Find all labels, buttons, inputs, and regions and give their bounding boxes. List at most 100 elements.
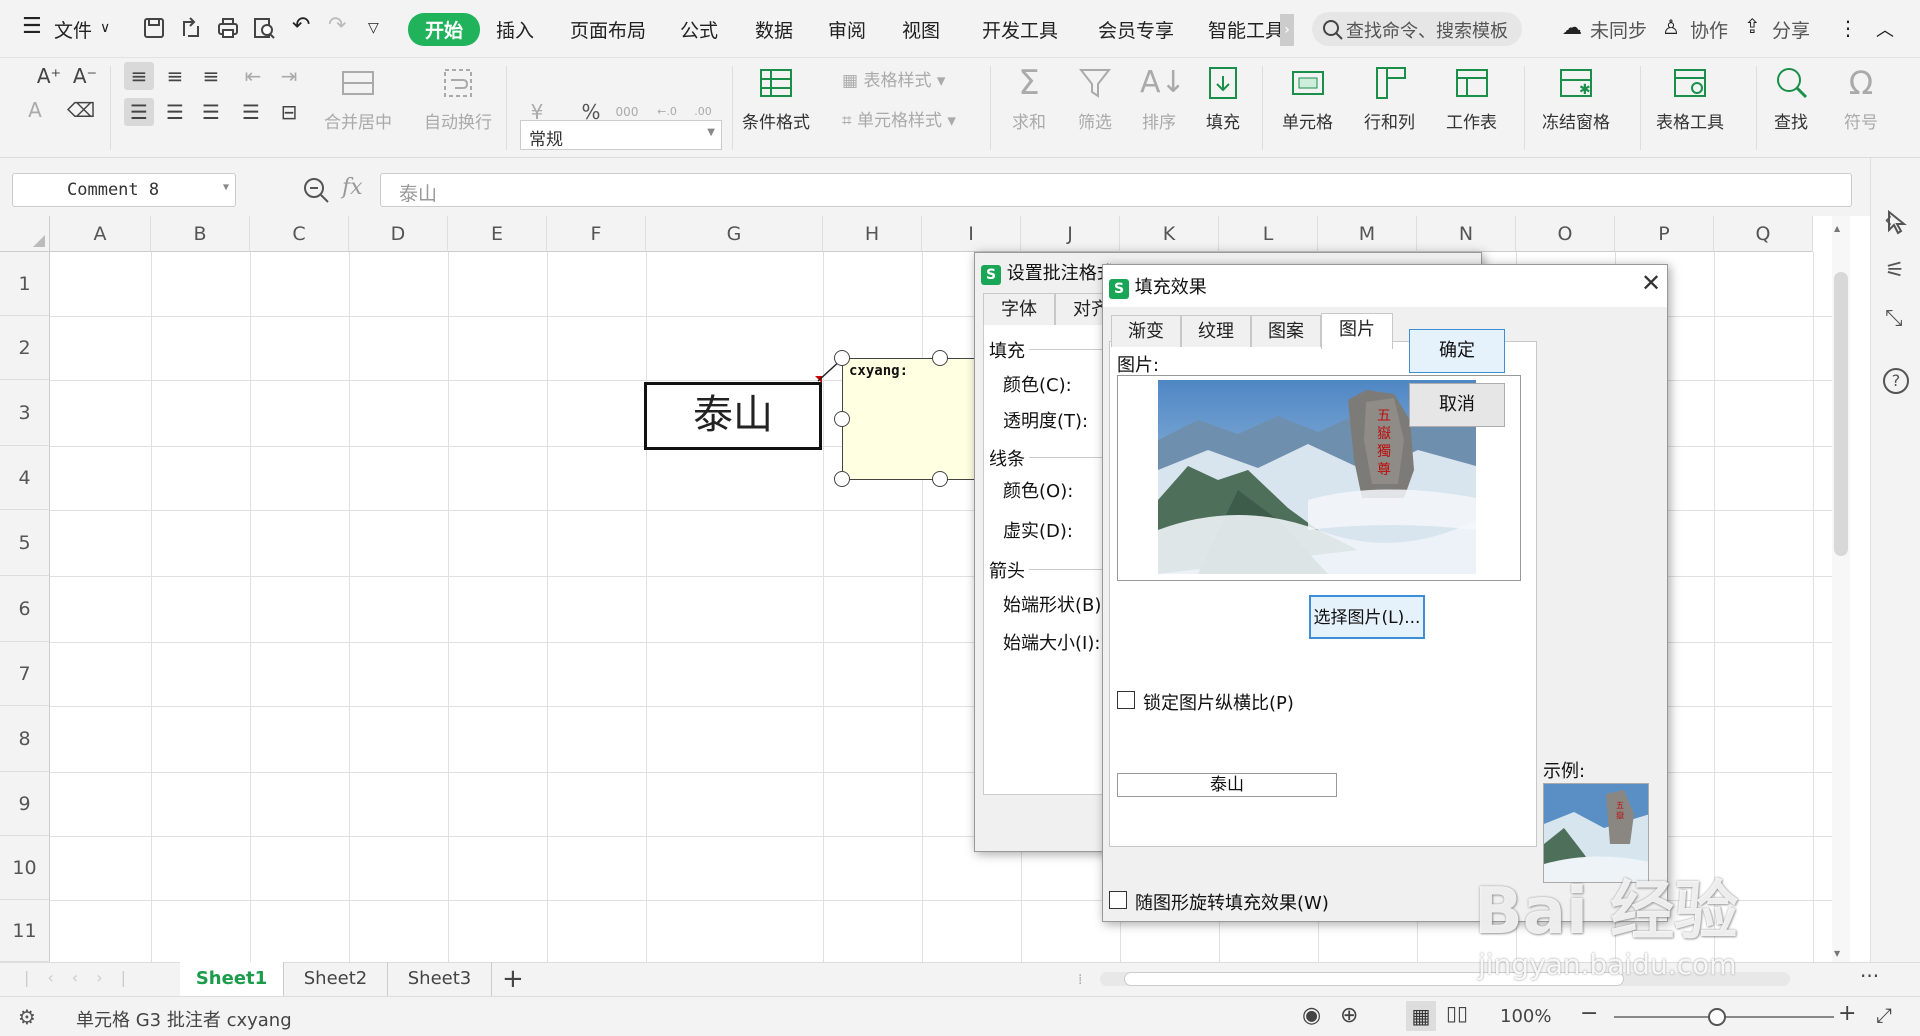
macro-icon[interactable]: ⚙ <box>18 1005 36 1029</box>
column-header-e[interactable]: E <box>448 216 547 252</box>
row-header-5[interactable]: 5 <box>0 510 50 576</box>
resize-handle[interactable] <box>932 471 948 487</box>
share-button[interactable]: 分享 <box>1772 16 1810 43</box>
zoom-level[interactable]: 100% <box>1500 1006 1551 1027</box>
decrease-indent-icon[interactable]: ⇤ <box>238 62 268 90</box>
cell-g3[interactable]: 泰山 <box>644 382 822 450</box>
tab-page-layout[interactable]: 页面布局 <box>570 16 646 43</box>
tabs-scroll-right-icon[interactable]: › <box>1280 14 1294 46</box>
transform-icon[interactable]: ⤡ <box>1885 306 1903 331</box>
tab-developer[interactable]: 开发工具 <box>982 16 1058 43</box>
auto-wrap-button[interactable]: 自动换行 <box>424 64 492 133</box>
percent-format-icon[interactable]: % <box>576 98 606 126</box>
row-header-7[interactable]: 7 <box>0 642 50 706</box>
tab-smart-tools[interactable]: 智能工具 <box>1208 16 1280 43</box>
cell-button[interactable]: 单元格 <box>1282 64 1333 133</box>
scroll-up-icon[interactable]: ▲ <box>1834 224 1840 233</box>
column-header-i[interactable]: I <box>922 216 1021 252</box>
sheet-tab-3[interactable]: Sheet3 <box>388 962 492 996</box>
hamburger-icon[interactable]: ☰ <box>22 14 42 39</box>
cell-style-button[interactable]: ⌗ 单元格样式 ▾ <box>842 106 956 131</box>
select-picture-button[interactable]: 选择图片(L)... <box>1309 595 1425 639</box>
row-header-8[interactable]: 8 <box>0 706 50 772</box>
sheet-tab-2[interactable]: Sheet2 <box>284 962 388 996</box>
export-icon[interactable] <box>180 16 204 40</box>
name-box-dropdown-icon[interactable]: ▼ <box>223 182 229 193</box>
select-all-corner[interactable] <box>0 216 50 252</box>
cloud-sync-icon[interactable]: ☁ <box>1562 15 1582 39</box>
collapse-ribbon-icon[interactable]: ︿ <box>1876 16 1894 42</box>
column-header-o[interactable]: O <box>1516 216 1615 252</box>
column-header-m[interactable]: M <box>1318 216 1417 252</box>
formula-input[interactable]: 泰山 <box>380 173 1852 207</box>
thousands-separator-icon[interactable]: 000 <box>612 98 642 126</box>
quick-access-dropdown-icon[interactable]: ▽ <box>368 20 379 36</box>
tab-insert[interactable]: 插入 <box>496 16 534 43</box>
row-header-11[interactable]: 11 <box>0 900 50 962</box>
tab-formulas[interactable]: 公式 <box>680 16 718 43</box>
tab-texture[interactable]: 纹理 <box>1181 315 1251 347</box>
justify-icon[interactable]: ☰ <box>236 98 266 126</box>
column-header-f[interactable]: F <box>547 216 646 252</box>
collab-button[interactable]: 协作 <box>1690 16 1728 43</box>
column-header-d[interactable]: D <box>349 216 448 252</box>
table-style-button[interactable]: ▦ 表格样式 ▾ <box>842 66 945 91</box>
print-icon[interactable] <box>216 16 240 40</box>
row-header-10[interactable]: 10 <box>0 836 50 900</box>
close-icon[interactable]: ✕ <box>1641 269 1661 297</box>
align-top-icon[interactable]: ≡ <box>124 62 154 90</box>
comment-box[interactable]: cxyang: <box>842 358 982 480</box>
fx-icon[interactable]: fx <box>342 175 363 200</box>
tab-pattern[interactable]: 图案 <box>1251 315 1321 347</box>
row-header-1[interactable]: 1 <box>0 252 50 316</box>
more-options-icon[interactable]: ⋮ <box>1838 16 1858 40</box>
table-tools-button[interactable]: 表格工具 <box>1656 64 1724 133</box>
eye-protection-icon[interactable]: ◉ <box>1302 1003 1321 1028</box>
properties-icon[interactable]: ⚟ <box>1885 258 1905 283</box>
page-break-view-icon[interactable]: ▯▯ <box>1446 1001 1468 1025</box>
distributed-align-icon[interactable]: ⊟ <box>274 98 304 126</box>
collab-user-icon[interactable]: ♙ <box>1662 15 1680 39</box>
currency-format-icon[interactable]: ¥ <box>522 98 552 126</box>
tab-picture[interactable]: 图片 <box>1321 313 1393 349</box>
font-color-icon[interactable]: A <box>20 96 50 124</box>
rotate-fill-checkbox[interactable] <box>1109 891 1127 909</box>
increase-decimal-icon[interactable]: ←.0 <box>652 98 682 126</box>
column-header-n[interactable]: N <box>1417 216 1516 252</box>
vertical-scrollbar[interactable]: ▲ ▼ <box>1832 216 1850 962</box>
column-header-a[interactable]: A <box>50 216 151 252</box>
reading-mode-icon[interactable]: ⊕ <box>1340 1003 1358 1028</box>
freeze-panes-button[interactable]: ✱ 冻结窗格 <box>1542 64 1610 133</box>
decrease-decimal-icon[interactable]: .00 <box>688 98 718 126</box>
zoom-in-icon[interactable]: + <box>1838 1001 1856 1026</box>
resize-handle[interactable] <box>932 350 948 366</box>
row-header-2[interactable]: 2 <box>0 316 50 380</box>
tab-home[interactable]: 开始 <box>408 13 481 46</box>
undo-icon[interactable]: ↶ <box>292 13 310 38</box>
symbol-button[interactable]: Ω 符号 <box>1842 64 1880 133</box>
sheet-navigation-icons[interactable]: |‹‹›| <box>24 968 144 987</box>
fill-button[interactable]: 填充 <box>1204 64 1242 133</box>
lock-ratio-checkbox[interactable] <box>1117 691 1135 709</box>
resize-handle[interactable] <box>834 411 850 427</box>
fullscreen-icon[interactable]: ⤢ <box>1876 1003 1892 1027</box>
print-preview-icon[interactable] <box>252 16 276 40</box>
sheet-tab-1[interactable]: Sheet1 <box>180 962 284 996</box>
align-right-icon[interactable]: ☰ <box>196 98 226 126</box>
share-icon[interactable]: ⇪ <box>1744 14 1761 38</box>
zoom-out-icon[interactable]: − <box>1580 1001 1598 1026</box>
resize-handle[interactable] <box>834 471 850 487</box>
align-middle-icon[interactable]: ≡ <box>160 62 190 90</box>
splitter-icon[interactable]: ⁞ <box>1078 972 1082 988</box>
resize-handle[interactable] <box>834 350 850 366</box>
chevron-down-icon[interactable]: ∨ <box>100 20 110 36</box>
more-icon[interactable]: ··· <box>1860 964 1879 988</box>
align-left-icon[interactable]: ☰ <box>124 98 154 126</box>
column-header-q[interactable]: Q <box>1714 216 1813 252</box>
tab-font[interactable]: 字体 <box>983 293 1055 325</box>
tab-member[interactable]: 会员专享 <box>1098 16 1174 43</box>
name-box[interactable]: Comment 8 ▼ <box>12 173 236 207</box>
add-sheet-icon[interactable]: + <box>502 962 524 996</box>
clear-format-icon[interactable]: ⌫ <box>66 96 96 124</box>
column-header-k[interactable]: K <box>1120 216 1219 252</box>
